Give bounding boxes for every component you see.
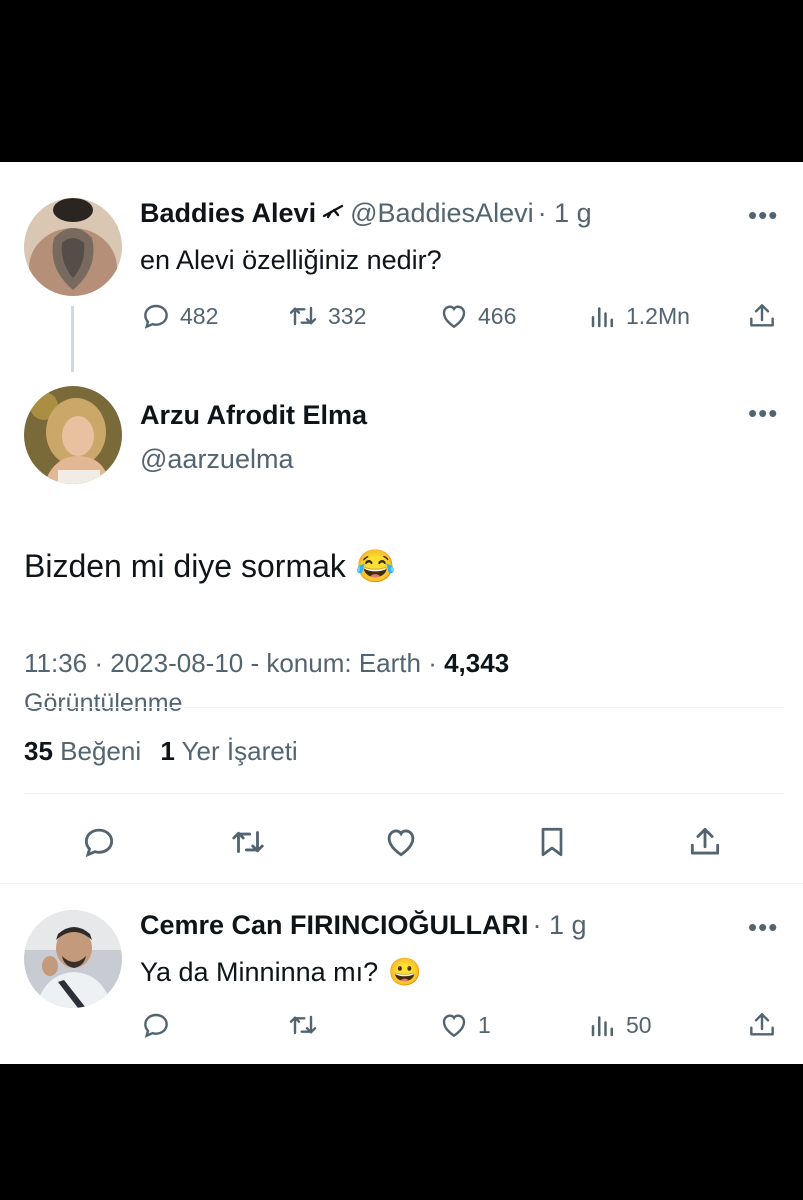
views-icon bbox=[591, 307, 613, 328]
more-icon[interactable]: ••• bbox=[748, 400, 778, 426]
reply-icon bbox=[84, 828, 114, 858]
avatar-cemre-can[interactable] bbox=[24, 910, 122, 1008]
heart-icon bbox=[387, 829, 415, 857]
likes-count: 35 bbox=[24, 736, 53, 766]
bookmarks-label: Yer İşareti bbox=[181, 736, 298, 766]
avatar-baddies-alevi[interactable] bbox=[24, 198, 122, 296]
display-name[interactable]: Baddies Alevi bbox=[140, 198, 316, 229]
tweet-thread: Baddies Alevi @BaddiesAlevi · 1 g ••• en… bbox=[0, 162, 803, 1064]
engagement-stats: 35 Beğeni 1 Yer İşareti bbox=[24, 736, 298, 767]
bookmarks-count: 1 bbox=[160, 736, 175, 766]
reply-count: 482 bbox=[180, 302, 219, 329]
retweet-icon bbox=[289, 306, 317, 326]
retweet-button[interactable] bbox=[228, 823, 268, 861]
reply-button[interactable] bbox=[80, 823, 118, 861]
tweet-text: Bizden mi diye sormak bbox=[24, 547, 346, 584]
timestamp[interactable]: · 1 g bbox=[533, 910, 587, 941]
like-count: 1 bbox=[478, 1011, 491, 1038]
divider bbox=[24, 707, 784, 708]
tweet-time[interactable]: 11:36 · 2023-08-10 - konum: Earth · bbox=[24, 648, 437, 678]
grinning-emoji: 😀 bbox=[388, 957, 422, 987]
reply-button[interactable]: 482 bbox=[140, 300, 218, 332]
likes-label: Beğeni bbox=[60, 736, 142, 766]
reply-button[interactable] bbox=[140, 1009, 172, 1041]
tweet1-header: Baddies Alevi @BaddiesAlevi · 1 g bbox=[140, 198, 592, 229]
tweet-text: Ya da Minninna mı? bbox=[140, 956, 379, 987]
bookmark-icon bbox=[541, 827, 563, 857]
handle[interactable]: @aarzuelma bbox=[140, 444, 293, 475]
reply-icon bbox=[144, 304, 168, 329]
views-count: 50 bbox=[626, 1011, 652, 1038]
bookmarks-stat[interactable]: 1 Yer İşareti bbox=[160, 736, 297, 766]
heart-icon bbox=[442, 1014, 466, 1038]
retweet-icon bbox=[232, 831, 264, 853]
share-button[interactable] bbox=[746, 300, 778, 332]
display-name[interactable]: Cemre Can FIRINCIOĞULLARI bbox=[140, 910, 529, 941]
bookmark-button[interactable] bbox=[534, 823, 570, 861]
views-button[interactable]: 1.2Mn bbox=[588, 300, 690, 332]
likes-stat[interactable]: 35 Beğeni bbox=[24, 736, 148, 766]
timestamp[interactable]: · 1 g bbox=[538, 198, 592, 229]
tweet2-actions bbox=[0, 822, 803, 862]
like-button[interactable]: 1 bbox=[438, 1009, 491, 1041]
divider bbox=[0, 883, 803, 884]
more-icon[interactable]: ••• bbox=[748, 202, 778, 228]
tweet1-actions: 482 332 466 1.2Mn bbox=[0, 299, 803, 333]
tweet-text-row: Bizden mi diye sormak 😂 bbox=[24, 547, 396, 585]
like-button[interactable]: 466 bbox=[438, 300, 516, 332]
tweet-text-row: Ya da Minninna mı? 😀 bbox=[140, 956, 422, 988]
retweet-button[interactable] bbox=[286, 1009, 320, 1041]
share-icon bbox=[690, 827, 720, 855]
divider bbox=[24, 793, 784, 794]
views-icon bbox=[591, 1016, 613, 1037]
share-icon bbox=[750, 1013, 774, 1036]
views-label: Görüntülenme bbox=[24, 689, 183, 717]
retweet-icon bbox=[289, 1015, 317, 1035]
heart-icon bbox=[442, 305, 466, 329]
airplane-icon bbox=[322, 203, 344, 224]
reply-icon bbox=[144, 1013, 168, 1038]
share-icon bbox=[750, 304, 774, 327]
tweet-text: en Alevi özelliğiniz nedir? bbox=[140, 245, 442, 275]
retweet-count: 332 bbox=[328, 302, 367, 329]
laughing-emoji: 😂 bbox=[355, 548, 396, 584]
views-count: 1.2Mn bbox=[626, 302, 690, 329]
display-name[interactable]: Arzu Afrodit Elma bbox=[140, 400, 367, 431]
share-button[interactable] bbox=[746, 1009, 778, 1041]
like-count: 466 bbox=[478, 302, 517, 329]
tweet3-actions: 1 50 bbox=[0, 1008, 803, 1042]
like-button[interactable] bbox=[382, 823, 420, 861]
handle[interactable]: @BaddiesAlevi bbox=[350, 198, 534, 229]
views-button[interactable]: 50 bbox=[588, 1009, 652, 1041]
tweet-meta: 11:36 · 2023-08-10 - konum: Earth · 4,34… bbox=[24, 648, 509, 679]
share-button[interactable] bbox=[686, 823, 724, 861]
more-icon[interactable]: ••• bbox=[748, 914, 778, 940]
avatar-arzu-afrodit-elma[interactable] bbox=[24, 386, 122, 484]
tweet3-header: Cemre Can FIRINCIOĞULLARI · 1 g bbox=[140, 910, 587, 941]
views-count: 4,343 bbox=[444, 648, 510, 678]
retweet-button[interactable]: 332 bbox=[286, 300, 366, 332]
